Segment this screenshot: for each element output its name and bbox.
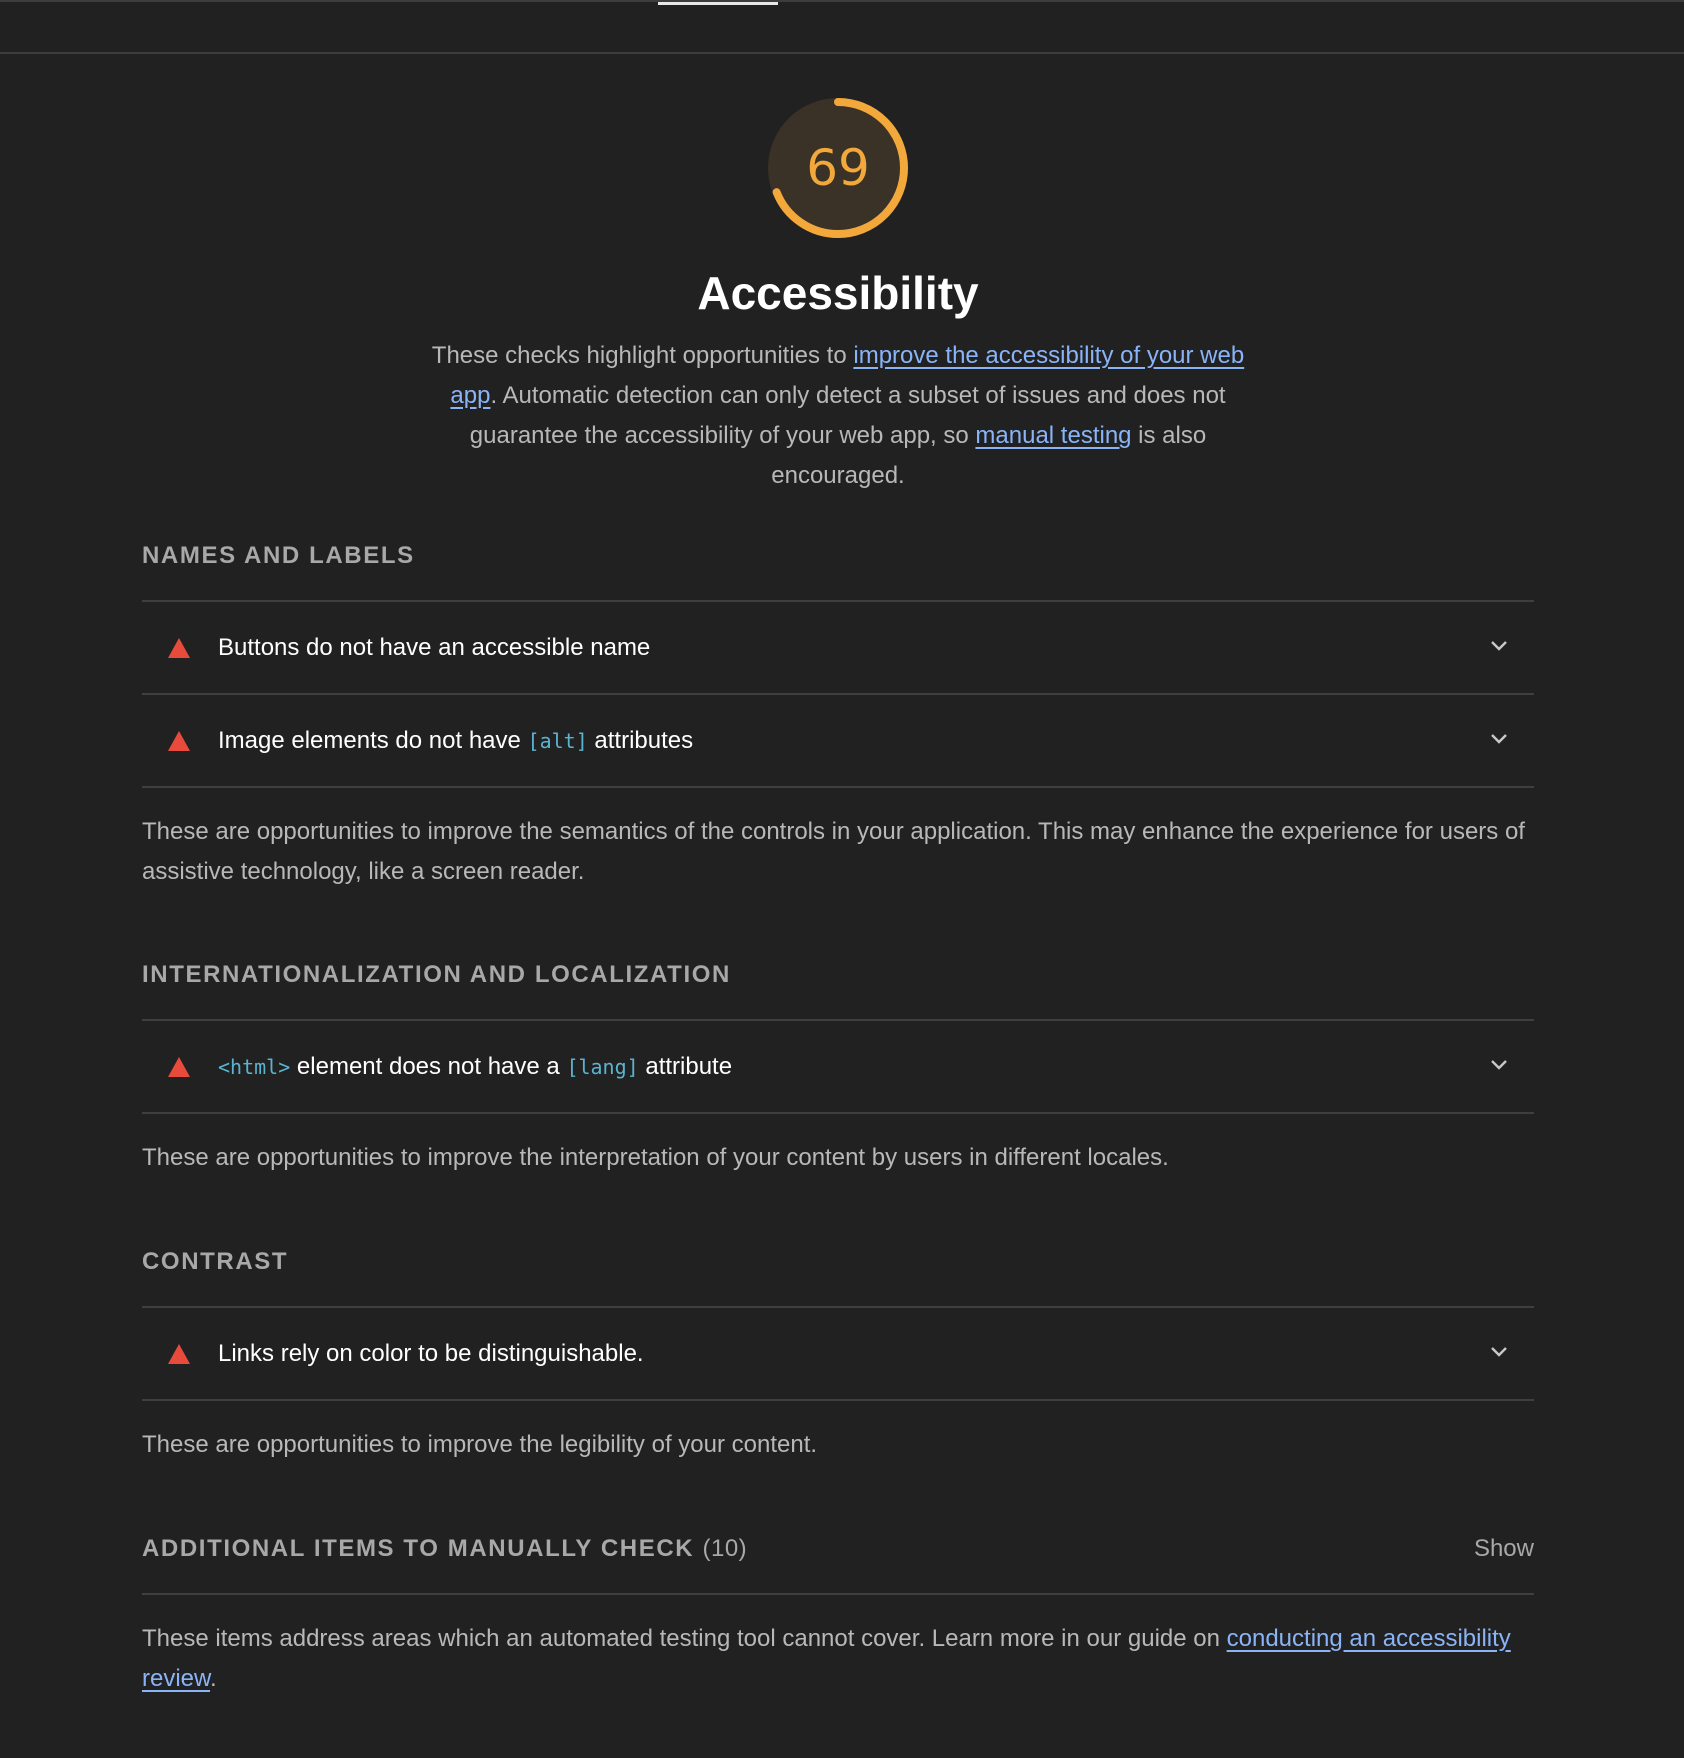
audit-list-names-and-labels: Buttons do not have an accessible name I… (142, 600, 1534, 788)
group-description-names-and-labels: These are opportunities to improve the s… (142, 818, 1525, 885)
audit-link-in-text-block[interactable]: Links rely on color to be distinguishabl… (142, 1308, 1534, 1401)
score-value: 69 (806, 139, 870, 197)
group-title-contrast: CONTRAST (142, 1248, 289, 1275)
audit-title-text: element does not have a (290, 1053, 567, 1080)
audit-title: <html> element does not have a [lang] at… (218, 1021, 732, 1112)
audit-image-alt[interactable]: Image elements do not have [alt] attribu… (142, 695, 1534, 788)
manual-description-text: These items address areas which an autom… (142, 1625, 1227, 1652)
fail-triangle-icon (168, 1344, 190, 1364)
audit-title: Image elements do not have [alt] attribu… (218, 695, 693, 786)
score-gauge: 69 (763, 93, 913, 243)
group-title-i18n: INTERNATIONALIZATION AND LOCALIZATION (142, 961, 731, 988)
divider (142, 1593, 1534, 1595)
audit-title-text: Buttons do not have an accessible name (218, 634, 651, 661)
audit-title: Links rely on color to be distinguishabl… (218, 1308, 644, 1399)
audit-title-text: attribute (638, 1053, 733, 1080)
audit-code-lang: [lang] (566, 1055, 639, 1079)
chevron-down-icon[interactable] (1488, 634, 1510, 656)
group-title-manual: ADDITIONAL ITEMS TO MANUALLY CHECK (10) S… (142, 1535, 1534, 1563)
audit-title-text: Links rely on color to be distinguishabl… (218, 1340, 644, 1367)
group-description-manual: These items address areas which an autom… (142, 1619, 1534, 1699)
audit-title-text: Image elements do not have (218, 727, 528, 754)
fail-triangle-icon (168, 731, 190, 751)
report-tab-bar (0, 0, 1684, 54)
chevron-down-icon[interactable] (1488, 1340, 1510, 1362)
audit-list-contrast: Links rely on color to be distinguishabl… (142, 1306, 1534, 1401)
manual-description-text: . (210, 1665, 217, 1692)
audit-title-text: attributes (587, 727, 694, 754)
manual-title-text: ADDITIONAL ITEMS TO MANUALLY CHECK (142, 1535, 695, 1562)
category-description: These checks highlight opportunities to … (428, 336, 1248, 496)
audit-title: Buttons do not have an accessible name (218, 602, 650, 693)
chevron-down-icon[interactable] (1488, 727, 1510, 749)
audit-code-alt: [alt] (527, 729, 588, 753)
audit-code-html: <html> (218, 1055, 291, 1079)
manual-count: (10) (702, 1535, 748, 1562)
category-description-text: These checks highlight opportunities to (431, 342, 854, 369)
fail-triangle-icon (168, 638, 190, 658)
fail-triangle-icon (168, 1057, 190, 1077)
manual-testing-link[interactable]: manual testing (975, 422, 1131, 449)
category-title: Accessibility (697, 267, 979, 319)
audit-html-lang[interactable]: <html> element does not have a [lang] at… (142, 1021, 1534, 1114)
chevron-down-icon[interactable] (1488, 1053, 1510, 1075)
group-title-names-and-labels: NAMES AND LABELS (142, 542, 415, 569)
audit-button-name[interactable]: Buttons do not have an accessible name (142, 602, 1534, 695)
audit-list-i18n: <html> element does not have a [lang] at… (142, 1019, 1534, 1114)
show-manual-button[interactable]: Show (1474, 1535, 1534, 1563)
active-tab-indicator[interactable] (658, 2, 778, 5)
group-description-i18n: These are opportunities to improve the i… (142, 1144, 1169, 1171)
group-description-contrast: These are opportunities to improve the l… (142, 1431, 818, 1458)
